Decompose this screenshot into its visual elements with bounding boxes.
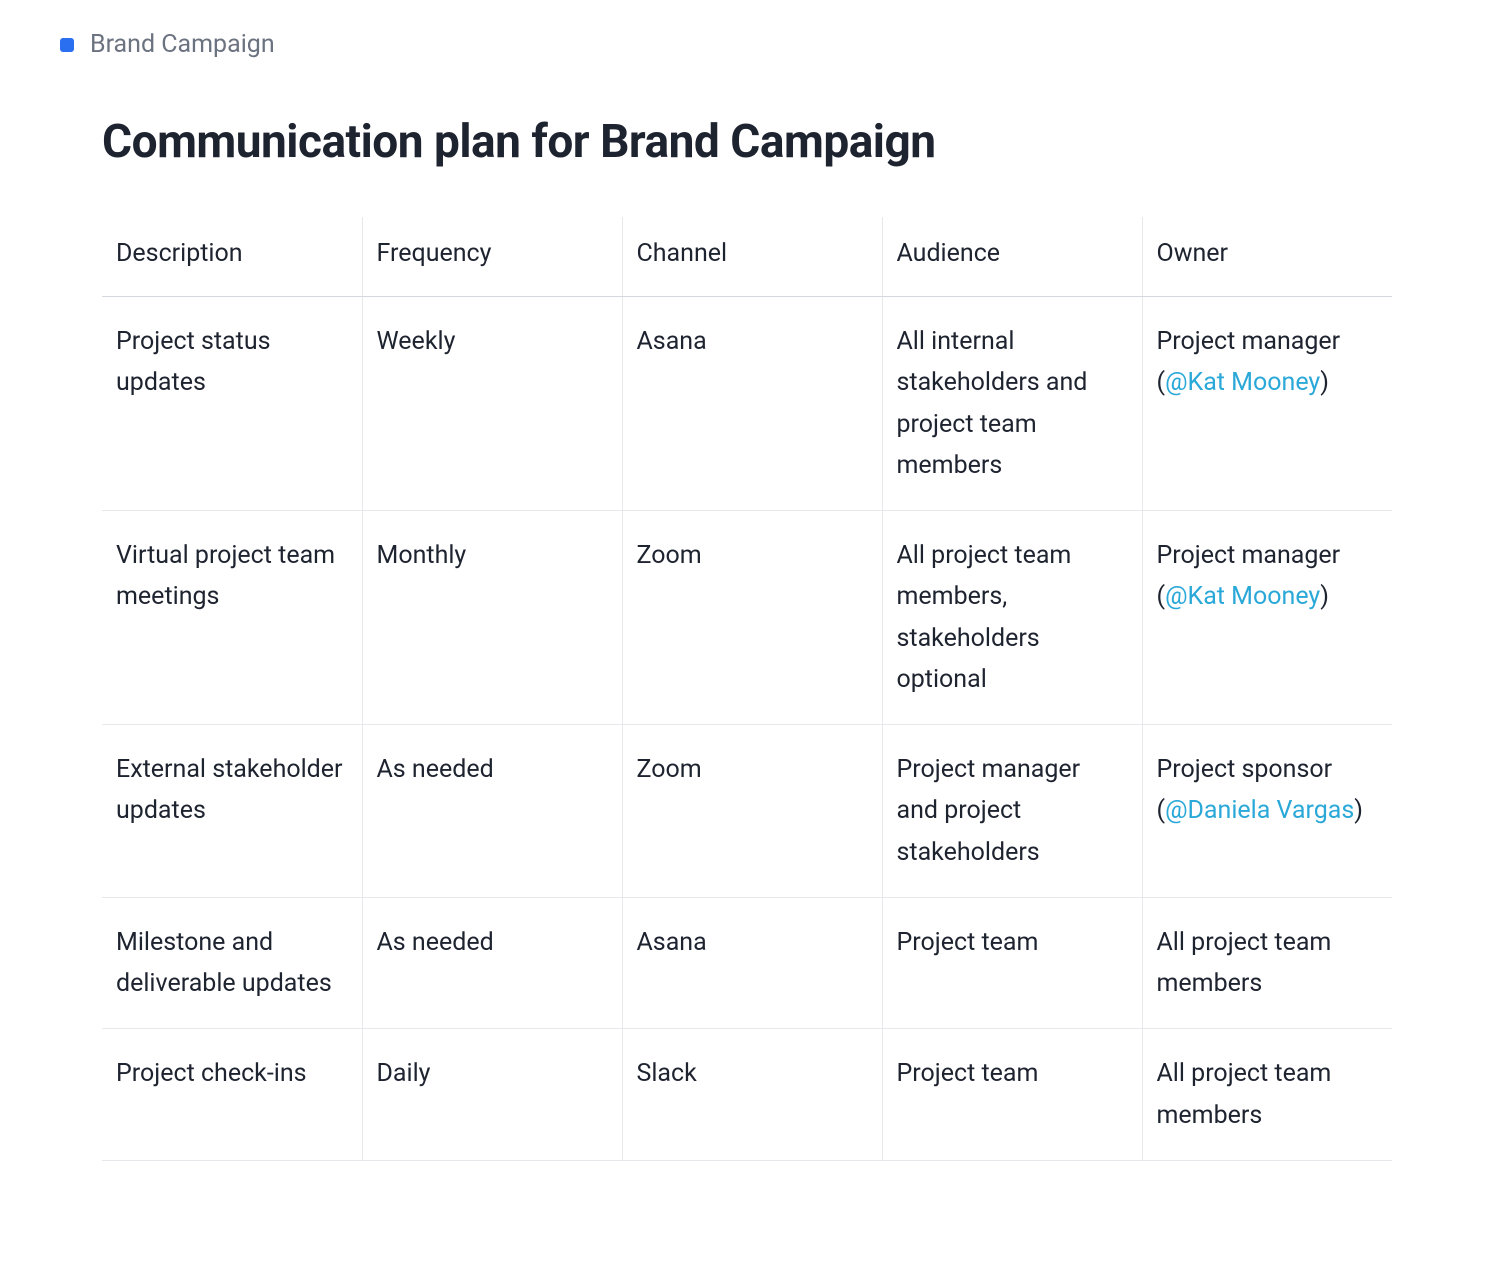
cell-owner: Project sponsor (@Daniela Vargas) (1142, 725, 1392, 898)
cell-channel: Zoom (622, 511, 882, 725)
cell-audience: Project manager and project stakeholders (882, 725, 1142, 898)
cell-audience: All project team members, stakeholders o… (882, 511, 1142, 725)
col-header-channel: Channel (622, 217, 882, 297)
col-header-frequency: Frequency (362, 217, 622, 297)
cell-description: Milestone and deliverable updates (102, 897, 362, 1029)
owner-suffix: ) (1354, 796, 1363, 825)
owner-prefix: All project team members (1157, 928, 1332, 998)
cell-description: Virtual project team meetings (102, 511, 362, 725)
page-title: Communication plan for Brand Campaign (102, 115, 1402, 169)
cell-owner: Project manager (@Kat Mooney) (1142, 511, 1392, 725)
cell-frequency: As needed (362, 725, 622, 898)
cell-channel: Asana (622, 297, 882, 511)
owner-prefix: All project team members (1157, 1059, 1332, 1129)
cell-description: External stakeholder updates (102, 725, 362, 898)
cell-frequency: Weekly (362, 297, 622, 511)
cell-channel: Slack (622, 1029, 882, 1161)
col-header-owner: Owner (1142, 217, 1392, 297)
table-row: Project status updates Weekly Asana All … (102, 297, 1392, 511)
owner-suffix: ) (1320, 582, 1329, 611)
cell-owner: Project manager (@Kat Mooney) (1142, 297, 1392, 511)
owner-mention[interactable]: @Kat Mooney (1165, 582, 1320, 611)
cell-description: Project status updates (102, 297, 362, 511)
cell-owner: All project team members (1142, 1029, 1392, 1161)
table-row: Virtual project team meetings Monthly Zo… (102, 511, 1392, 725)
cell-description: Project check-ins (102, 1029, 362, 1161)
breadcrumb[interactable]: Brand Campaign (60, 30, 1402, 59)
cell-frequency: As needed (362, 897, 622, 1029)
owner-mention[interactable]: @Daniela Vargas (1165, 796, 1354, 825)
cell-channel: Asana (622, 897, 882, 1029)
communication-plan-table: Description Frequency Channel Audience O… (102, 217, 1392, 1161)
cell-frequency: Monthly (362, 511, 622, 725)
owner-suffix: ) (1320, 368, 1329, 397)
breadcrumb-label: Brand Campaign (90, 30, 275, 59)
cell-audience: Project team (882, 1029, 1142, 1161)
cell-audience: Project team (882, 897, 1142, 1029)
cell-frequency: Daily (362, 1029, 622, 1161)
table-row: Project check-ins Daily Slack Project te… (102, 1029, 1392, 1161)
project-color-icon (60, 38, 74, 52)
col-header-audience: Audience (882, 217, 1142, 297)
cell-audience: All internal stakeholders and project te… (882, 297, 1142, 511)
cell-channel: Zoom (622, 725, 882, 898)
owner-mention[interactable]: @Kat Mooney (1165, 368, 1320, 397)
cell-owner: All project team members (1142, 897, 1392, 1029)
table-header-row: Description Frequency Channel Audience O… (102, 217, 1392, 297)
col-header-description: Description (102, 217, 362, 297)
table-row: Milestone and deliverable updates As nee… (102, 897, 1392, 1029)
table-row: External stakeholder updates As needed Z… (102, 725, 1392, 898)
